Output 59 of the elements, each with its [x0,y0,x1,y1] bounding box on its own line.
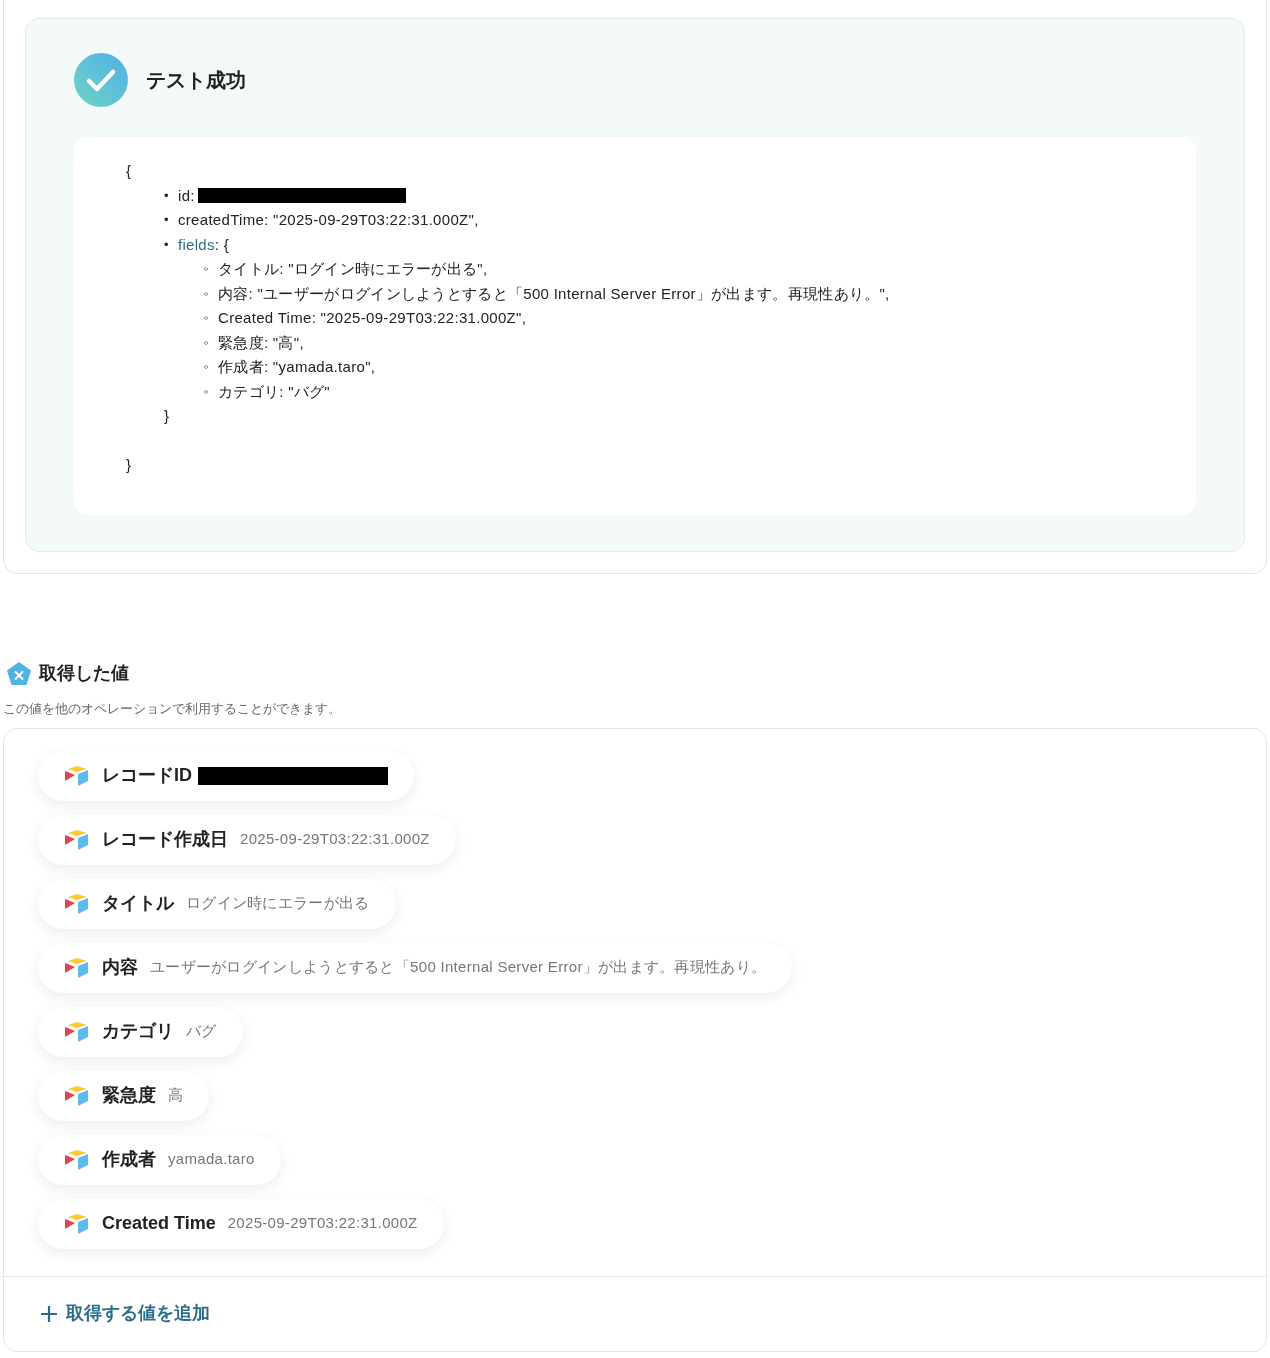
variable-icon [6,660,32,687]
value-label: レコードID [102,764,192,787]
code-brace: { [126,161,132,181]
value-label: Created Time [102,1212,216,1235]
cube-icon [64,956,90,979]
cube-icon [64,1212,90,1235]
code-line: Created Time: "2025-09-29T03:22:31.000Z", [218,308,527,328]
list-bullet: • [164,235,170,254]
add-value-button[interactable]: 取得する値を追加 [40,1300,210,1327]
value-text: ログイン時にエラーが出る [186,893,370,914]
value-label: カテゴリ [102,1020,174,1043]
cube-icon [64,892,90,915]
code-line: 内容: "ユーザーがログインしようとすると「500 Internal Server Error」が出ます。再現性あり。", [218,283,890,304]
value-label: 作成者 [102,1148,156,1171]
cube-icon [64,764,90,787]
value-chip[interactable]: レコードID [38,750,414,801]
value-chip[interactable]: カテゴリ バグ [38,1006,243,1057]
value-chip[interactable]: レコード作成日 2025-09-29T03:22:31.000Z [38,814,456,865]
result-title: テスト成功 [146,68,246,93]
value-text: yamada.taro [168,1149,255,1170]
value-text: ユーザーがログインしようとすると「500 Internal Server Error」が出ます。再現性あり。 [150,957,767,978]
code-line: : { [214,234,230,255]
list-bullet: ◦ [204,284,210,303]
section-description: この値を他のオペレーションで利用することができます。 [3,700,342,718]
value-label: タイトル [102,892,174,915]
cube-icon [64,1084,90,1107]
section-title: 取得した値 [39,662,129,685]
cube-icon [64,1148,90,1171]
value-chip[interactable]: 緊急度 高 [38,1070,210,1121]
value-chip[interactable]: 内容 ユーザーがログインしようとすると「500 Internal Server Error」が出ます。再現性あり。 [38,942,793,993]
list-bullet: ◦ [204,309,210,327]
value-text: 2025-09-29T03:22:31.000Z [240,829,430,850]
code-line: カテゴリ: "バグ" [218,381,330,402]
cube-icon [64,828,90,851]
cube-icon [64,1020,90,1043]
value-chip[interactable]: タイトル ログイン時にエラーが出る [38,878,396,929]
list-bullet: ◦ [204,333,210,352]
list-bullet: ◦ [204,260,210,278]
value-label: 緊急度 [102,1084,156,1107]
code-line: タイトル: "ログイン時にエラーが出る", [218,259,488,279]
value-text: バグ [186,1021,217,1042]
code-brace: } [126,454,132,475]
list-bullet: ◦ [204,382,210,401]
value-chip[interactable]: Created Time 2025-09-29T03:22:31.000Z [38,1198,444,1249]
code-line: createdTime: "2025-09-29T03:22:31.000Z", [178,210,479,230]
code-line: id: [178,185,195,206]
code-brace: } [164,406,170,426]
value-chip[interactable]: 作成者 yamada.taro [38,1134,281,1185]
list-bullet: • [164,186,170,205]
value-label: レコード作成日 [102,828,228,851]
code-line: 作成者: "yamada.taro", [218,357,376,377]
value-text: 高 [168,1085,184,1106]
value-label: 内容 [102,956,138,979]
plus-icon [40,1304,58,1323]
list-bullet: • [164,211,170,229]
value-text: 2025-09-29T03:22:31.000Z [227,1213,418,1234]
list-bullet: ◦ [204,358,210,376]
code-line: 緊急度: "高", [218,332,304,353]
code-key-link[interactable]: fields [178,232,215,257]
